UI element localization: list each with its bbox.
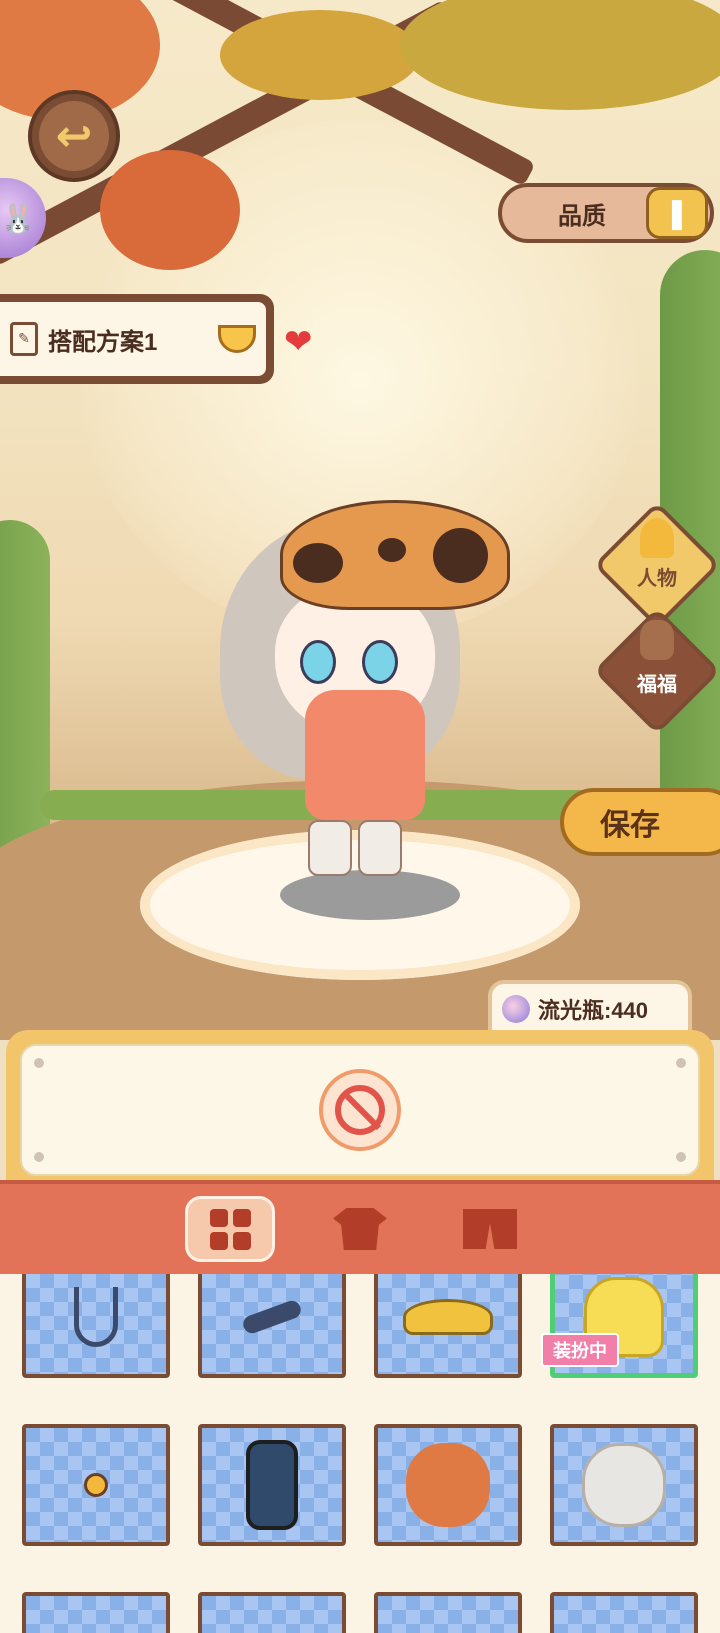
hat-spot [293,543,343,583]
necklace-icon [74,1287,118,1347]
tab-all[interactable] [185,1196,275,1262]
cat-hat [280,500,510,610]
character-boot [358,820,402,876]
shirt-icon [333,1208,387,1250]
currency-text: 流光瓶:440 [538,998,649,1023]
character-mode-label: 人物 [637,568,677,590]
equipped-badge: 装扮中 [541,1333,619,1367]
currency-display: 流光瓶:440 [488,980,692,1034]
bunny-ears-icon [640,620,674,660]
white-hair-icon [582,1443,666,1527]
panel-rivet [34,1058,44,1068]
back-arrow-icon: ↩ [39,101,109,171]
autumn-leaves [220,10,420,100]
person-icon [640,518,674,558]
character-eye-left [300,640,336,684]
outfit-plan-selector[interactable]: ✎ 搭配方案1 [0,294,274,384]
panel-rivet [34,1152,44,1162]
item-slot[interactable] [374,1592,522,1633]
autumn-leaves [400,0,720,110]
item-slot[interactable] [198,1592,346,1633]
character-eye-right [362,640,398,684]
panel-rivet [676,1058,686,1068]
outfit-plan-name: 搭配方案1 [48,328,158,356]
pet-mode-label: 福福 [637,674,677,696]
item-grid: 装扮中 [0,1274,720,1633]
visor-icon [403,1299,493,1335]
light-bottle-icon [502,995,530,1023]
quality-label: 品质 [558,202,606,230]
item-slot[interactable] [22,1424,170,1546]
outfit-plan-plate: ✎ 搭配方案1 [0,302,266,376]
detail-panel [6,1030,714,1190]
tab-tops[interactable] [315,1196,405,1262]
item-slot[interactable] [22,1274,170,1378]
item-slot[interactable] [550,1592,698,1633]
bracelet-icon [240,1298,304,1336]
remove-item-button[interactable] [319,1069,401,1151]
bag-icon [246,1440,298,1530]
item-slot[interactable] [374,1424,522,1546]
edit-document-icon: ✎ [10,322,38,356]
item-slot[interactable] [374,1274,522,1378]
autumn-leaves [100,150,240,270]
back-button[interactable]: ↩ [28,90,120,182]
character-avatar[interactable] [200,500,530,920]
toggle-icon[interactable]: ❚ [646,187,708,239]
dropdown-bowl-icon[interactable] [218,325,256,353]
item-slot[interactable] [198,1274,346,1378]
category-tab-bar [0,1180,720,1274]
character-boot [308,820,352,876]
grid-icon [209,1208,251,1250]
item-slot[interactable] [550,1424,698,1546]
earring-icon [84,1473,108,1497]
prohibited-icon [335,1085,385,1135]
hat-spot [433,528,488,583]
item-slot-equipped[interactable]: 装扮中 [541,1274,698,1378]
character-dress [305,690,425,820]
hat-spot [378,538,406,562]
detail-panel-inner [20,1044,700,1176]
quality-toggle[interactable]: 品质 ❚ [498,183,714,243]
item-slot[interactable] [198,1424,346,1546]
heart-icon[interactable]: ❤ [284,322,313,362]
item-slot[interactable] [22,1592,170,1633]
pants-icon [463,1209,517,1249]
save-button[interactable]: 保存 [560,788,720,856]
panel-rivet [676,1152,686,1162]
orange-hair-icon [406,1443,490,1527]
tab-bottoms[interactable] [445,1196,535,1262]
